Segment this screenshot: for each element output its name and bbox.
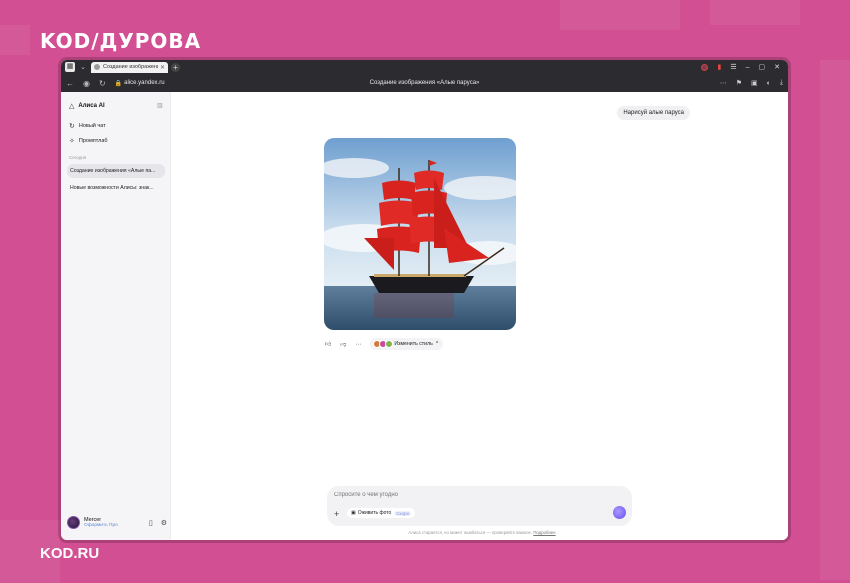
chat-list-item[interactable]: Новые возможности Алисы: знак... — [67, 181, 165, 195]
phone-icon[interactable]: ▯ — [149, 519, 153, 527]
bg-block — [820, 60, 850, 580]
tab-active[interactable]: Создание изображения« ✕ — [91, 61, 168, 73]
bg-block — [560, 0, 680, 30]
collapse-sidebar-icon[interactable]: ▥ — [157, 102, 163, 109]
lock-icon: 🔒 — [114, 80, 123, 87]
new-chat-label: Новый чат — [78, 123, 106, 129]
close-window-icon[interactable]: ✕ — [774, 63, 780, 71]
download-icon[interactable]: ⤓ — [780, 79, 783, 87]
new-tab-button[interactable]: + — [171, 62, 180, 72]
soon-badge: Скоро — [394, 510, 412, 516]
more-dots-icon[interactable]: ⋯ — [720, 79, 727, 87]
record-icon[interactable] — [701, 63, 709, 71]
message-actions: 👍︎ 👎︎ ⋯ Изменить стиль ^ — [325, 338, 444, 350]
prompt-lab-icon: ✧ — [69, 138, 75, 145]
brand-logo: KOD/ДУРОВА — [40, 29, 202, 53]
chevron-down-icon[interactable]: ⌄ — [78, 63, 88, 71]
more-icon[interactable]: ☰ — [730, 63, 736, 71]
user-profile[interactable]: Mercer Оформить Про ▯ ⚙ — [67, 516, 167, 529]
prompt-lab-label: Промптлаб — [78, 138, 108, 144]
app-header[interactable]: △ Алиса AI — [69, 102, 105, 110]
profile-icon[interactable]: ◐ — [767, 80, 771, 87]
alice-logo-icon: △ — [69, 103, 75, 110]
photo-icon: ▣ — [351, 510, 356, 516]
message-input[interactable] — [334, 492, 604, 498]
tab-bar: ▦ ⌄ Создание изображения« ✕ + ▮ ☰ – ▢ ✕ — [61, 60, 788, 74]
generated-image[interactable] — [324, 138, 516, 330]
disclaimer-text: Алиса старается, но может ошибаться — пр… — [408, 530, 533, 535]
tab-favicon-icon — [94, 64, 100, 70]
bg-block — [0, 25, 30, 55]
avatar[interactable] — [67, 516, 80, 529]
add-attachment-icon[interactable]: + — [334, 509, 339, 519]
change-style-button[interactable]: Изменить стиль ^ — [370, 338, 444, 350]
gear-icon[interactable]: ⚙ — [161, 519, 167, 527]
user-message: Нарисуй алые паруса — [617, 106, 690, 120]
prompt-lab-button[interactable]: ✧ Промптлаб — [69, 137, 108, 145]
reload-icon[interactable]: ↻ — [99, 79, 106, 88]
thumbs-down-icon[interactable]: 👎︎ — [340, 340, 346, 348]
revive-photo-label: Оживить фото — [357, 510, 392, 516]
minimize-icon[interactable]: – — [746, 64, 750, 71]
browser-menu-icon[interactable]: ▦ — [65, 62, 75, 72]
more-options-icon[interactable]: ⋯ — [355, 341, 361, 348]
close-icon[interactable]: ✕ — [160, 64, 165, 71]
style-swatch — [385, 340, 394, 348]
extension-icon[interactable]: ▣ — [751, 79, 758, 87]
composer: + ▣ Оживить фото Скоро — [327, 486, 632, 526]
disclaimer: Алиса старается, но может ошибаться — пр… — [332, 530, 632, 535]
address-bar: ← ◉ ↻ 🔒 alice.yandex.ru Создание изображ… — [61, 74, 788, 92]
thumbs-up-icon[interactable]: 👍︎ — [325, 340, 331, 348]
chat-title: Создание изображения «Алые па... — [70, 168, 156, 174]
footer-site: KOD.RU — [40, 545, 100, 562]
window-controls: ▮ ☰ – ▢ ✕ — [701, 63, 788, 71]
chevron-up-icon: ^ — [435, 341, 439, 347]
address-bar-actions: ⋯ ⚑ ▣ ◐ ⤓ — [720, 79, 783, 87]
chat-list-item[interactable]: Создание изображения «Алые па... — [67, 164, 165, 178]
sidebar: △ Алиса AI ▥ ↻ Новый чат ✧ Промптлаб Сег… — [61, 92, 171, 540]
maximize-icon[interactable]: ▢ — [759, 63, 766, 71]
bookmark-icon[interactable]: ⚑ — [736, 79, 742, 87]
shield-icon[interactable]: ◉ — [83, 79, 90, 88]
disclaimer-link[interactable]: Подробнее — [533, 530, 555, 535]
page-title: Создание изображения «Алые паруса» — [369, 80, 480, 86]
browser-window: ▦ ⌄ Создание изображения« ✕ + ▮ ☰ – ▢ ✕ … — [61, 60, 788, 540]
section-today: Сегодня — [69, 155, 87, 160]
revive-photo-button[interactable]: ▣ Оживить фото Скоро — [347, 508, 416, 518]
change-style-label: Изменить стиль — [394, 341, 433, 347]
new-chat-button[interactable]: ↻ Новый чат — [69, 122, 106, 130]
tab-title: Создание изображения« — [103, 64, 158, 70]
ship-illustration — [324, 138, 516, 330]
alice-voice-button[interactable] — [613, 506, 626, 519]
subscribe-link[interactable]: Оформить Про — [84, 523, 118, 528]
bg-block — [710, 0, 800, 25]
bookmark-red-icon[interactable]: ▮ — [717, 63, 721, 71]
chat-title: Новые возможности Алисы: знак... — [70, 185, 154, 191]
new-chat-icon: ↻ — [69, 123, 75, 130]
url-field[interactable]: alice.yandex.ru — [124, 80, 164, 86]
back-icon[interactable]: ← — [66, 79, 74, 88]
app-name: Алиса AI — [78, 103, 105, 109]
style-swatches — [373, 340, 394, 348]
chat-area: Нарисуй алые паруса 👍︎ 👎︎ ⋯ Изменить сти… — [172, 92, 788, 540]
